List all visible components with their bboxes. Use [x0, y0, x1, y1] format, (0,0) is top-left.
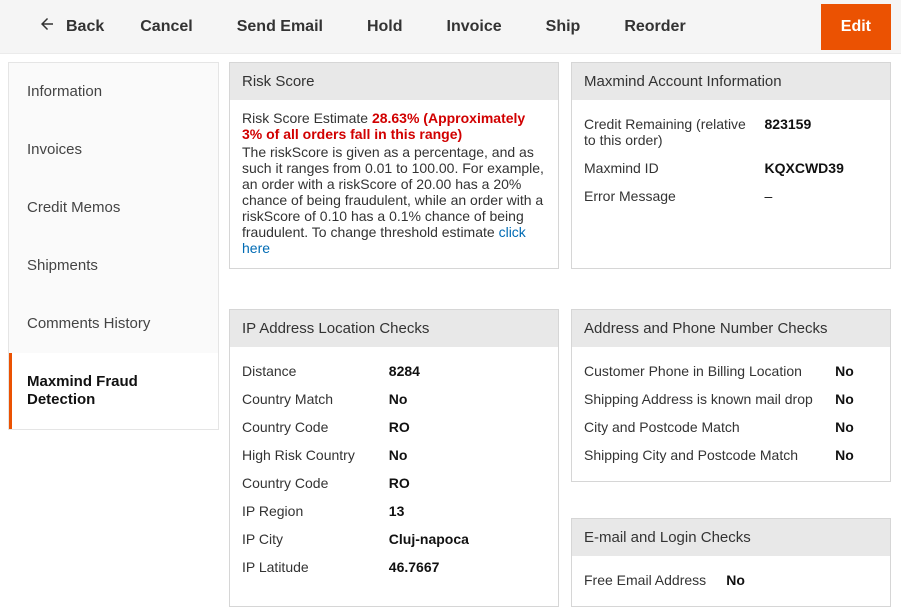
table-row: IP Latitude 46.7667: [242, 553, 546, 581]
ip-country-code2-label: Country Code: [242, 475, 379, 491]
table-row: Shipping City and Postcode Match No: [584, 441, 878, 469]
credit-remaining-value: 823159: [765, 116, 878, 148]
sidebar-item-credit-memos[interactable]: Credit Memos: [9, 179, 218, 237]
sidebar-item-information[interactable]: Information: [9, 63, 218, 121]
ip-city-value: Cluj-napoca: [389, 531, 546, 547]
table-row: IP City Cluj-napoca: [242, 525, 546, 553]
sidebar-item-comments-history[interactable]: Comments History: [9, 295, 218, 353]
addr-ship-maildrop-value: No: [835, 391, 878, 407]
ip-checks-header: IP Address Location Checks: [230, 310, 558, 347]
ip-checks-panel: IP Address Location Checks Distance8284 …: [229, 309, 559, 607]
edit-button[interactable]: Edit: [821, 4, 891, 50]
error-message-label: Error Message: [584, 188, 755, 204]
risk-score-prefix: Risk Score Estimate: [242, 110, 372, 126]
cancel-button[interactable]: Cancel: [118, 10, 214, 44]
toolbar: Back Cancel Send Email Hold Invoice Ship…: [0, 0, 901, 54]
ship-button[interactable]: Ship: [524, 10, 603, 44]
maxmind-id-value: KQXCWD39: [765, 160, 878, 176]
ip-high-risk-value: No: [389, 447, 546, 463]
table-row: City and Postcode Match No: [584, 413, 878, 441]
addr-phone-billing-value: No: [835, 363, 878, 379]
table-row: Error Message –: [584, 182, 878, 210]
hold-button[interactable]: Hold: [345, 10, 425, 44]
ip-country-code-value: RO: [389, 419, 546, 435]
table-row: Shipping Address is known mail drop No: [584, 385, 878, 413]
email-checks-header: E-mail and Login Checks: [572, 519, 890, 556]
table-row: Maxmind ID KQXCWD39: [584, 154, 878, 182]
back-arrow-icon: [38, 15, 56, 38]
addr-ship-city-postcode-label: Shipping City and Postcode Match: [584, 447, 825, 463]
risk-score-header: Risk Score: [230, 63, 558, 100]
table-row: High Risk Country No: [242, 441, 546, 469]
ip-city-label: IP City: [242, 531, 379, 547]
error-message-value: –: [765, 188, 878, 204]
addr-ship-maildrop-label: Shipping Address is known mail drop: [584, 391, 825, 407]
ip-distance-label: Distance: [242, 363, 379, 379]
table-row: Country Code RO: [242, 413, 546, 441]
table-row: Country Match No: [242, 385, 546, 413]
addr-city-postcode-value: No: [835, 419, 878, 435]
maxmind-id-label: Maxmind ID: [584, 160, 755, 176]
ip-country-match-label: Country Match: [242, 391, 379, 407]
ip-region-value: 13: [389, 503, 546, 519]
content: Risk Score Risk Score Estimate 28.63% (A…: [219, 54, 901, 611]
ip-latitude-label: IP Latitude: [242, 559, 379, 575]
email-free-value: No: [726, 572, 878, 588]
email-checks-panel: E-mail and Login Checks Free Email Addre…: [571, 518, 891, 607]
addr-checks-panel: Address and Phone Number Checks Customer…: [571, 309, 891, 482]
ip-country-match-value: No: [389, 391, 546, 407]
ip-high-risk-label: High Risk Country: [242, 447, 379, 463]
table-row: Distance 8284: [242, 357, 546, 385]
sidebar: Information Invoices Credit Memos Shipme…: [0, 54, 219, 611]
table-row: Credit Remaining (relative to this order…: [584, 110, 878, 154]
ip-distance-value: 8284: [389, 363, 546, 379]
maxmind-account-header: Maxmind Account Information: [572, 63, 890, 100]
addr-phone-billing-label: Customer Phone in Billing Location: [584, 363, 825, 379]
risk-score-panel: Risk Score Risk Score Estimate 28.63% (A…: [229, 62, 559, 269]
table-row: Free Email Address No: [584, 566, 878, 594]
invoice-button[interactable]: Invoice: [425, 10, 524, 44]
addr-city-postcode-label: City and Postcode Match: [584, 419, 825, 435]
ip-latitude-value: 46.7667: [389, 559, 546, 575]
ip-region-label: IP Region: [242, 503, 379, 519]
send-email-button[interactable]: Send Email: [215, 10, 345, 44]
addr-ship-city-postcode-value: No: [835, 447, 878, 463]
reorder-button[interactable]: Reorder: [602, 10, 707, 44]
maxmind-account-panel: Maxmind Account Information Credit Remai…: [571, 62, 891, 269]
table-row: Country Code RO: [242, 469, 546, 497]
sidebar-item-shipments[interactable]: Shipments: [9, 237, 218, 295]
table-row: Customer Phone in Billing Location No: [584, 357, 878, 385]
back-button[interactable]: Back: [24, 7, 118, 46]
table-row: IP Region 13: [242, 497, 546, 525]
ip-country-code-label: Country Code: [242, 419, 379, 435]
ip-country-code2-value: RO: [389, 475, 546, 491]
addr-checks-header: Address and Phone Number Checks: [572, 310, 890, 347]
email-free-label: Free Email Address: [584, 572, 716, 588]
sidebar-item-invoices[interactable]: Invoices: [9, 121, 218, 179]
sidebar-item-maxmind-fraud-detection[interactable]: Maxmind Fraud Detection: [9, 353, 218, 429]
credit-remaining-label: Credit Remaining (relative to this order…: [584, 116, 755, 148]
back-label: Back: [66, 18, 104, 36]
